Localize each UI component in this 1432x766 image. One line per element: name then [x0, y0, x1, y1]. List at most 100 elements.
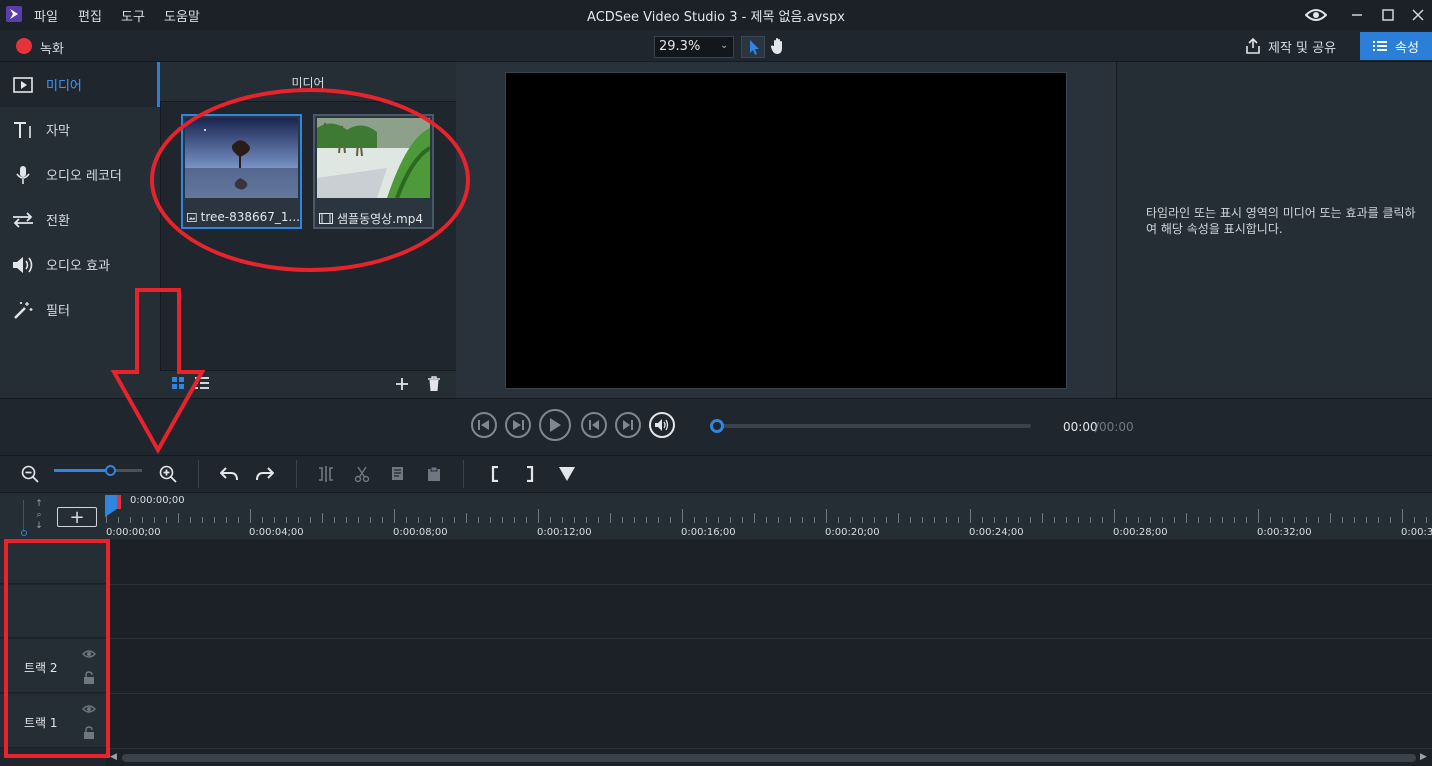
total-time: /00:00	[1095, 420, 1134, 434]
maximize-button[interactable]	[1376, 3, 1400, 27]
media-item-caption: 샘플동영상.mp4	[319, 210, 432, 227]
trash-icon	[428, 376, 440, 391]
track-height-line	[23, 500, 24, 530]
track-height-icon[interactable]: ↑ ⌕ ↓	[33, 499, 45, 535]
scrollbar-thumb[interactable]	[122, 754, 1416, 762]
menu-tools[interactable]: 도구	[121, 6, 145, 25]
media-thumbnail	[185, 118, 298, 198]
split-button[interactable]	[315, 463, 337, 485]
grid-view-icon[interactable]	[172, 377, 186, 391]
skip-end-icon	[623, 420, 633, 430]
media-item-caption: tree-838667_1...	[187, 210, 300, 224]
seek-bar[interactable]	[717, 424, 1031, 428]
mark-in-button[interactable]	[484, 463, 506, 485]
sidebar-item-audio-effects[interactable]: 오디오 효과	[0, 242, 160, 287]
skip-start-icon	[589, 420, 599, 430]
add-track-button[interactable]: +	[57, 506, 97, 528]
eye-icon[interactable]	[82, 702, 96, 716]
toolbar-divider	[463, 460, 464, 488]
volume-icon	[655, 419, 669, 431]
sidebar-item-text[interactable]: 자막	[0, 107, 160, 152]
zoom-out-button[interactable]	[19, 463, 41, 485]
ruler-tick-label: 0:00:16;00	[681, 527, 736, 538]
preview-canvas[interactable]	[505, 72, 1067, 389]
mark-out-button[interactable]	[519, 463, 541, 485]
media-panel-title: 미디어	[160, 62, 456, 102]
properties-button[interactable]: 속성	[1360, 32, 1432, 60]
menu-edit[interactable]: 편집	[78, 6, 102, 25]
play-button[interactable]	[539, 409, 571, 441]
hand-tool-button[interactable]	[768, 36, 790, 58]
share-button-label: 제작 및 공유	[1268, 40, 1337, 56]
ruler-tick-label: 0:00:28;00	[1113, 527, 1168, 538]
step-back-button[interactable]	[471, 412, 497, 438]
scroll-right-icon[interactable]: ▶	[1420, 752, 1427, 762]
magic-wand-icon	[12, 299, 34, 321]
ruler-tick-label: 0:00:08;00	[393, 527, 448, 538]
microphone-icon	[12, 164, 34, 186]
timeline-zoom-fill	[54, 469, 110, 472]
sidebar-item-audio-recorder[interactable]: 오디오 레코더	[0, 152, 160, 197]
fast-forward-icon	[513, 420, 524, 430]
cut-button[interactable]	[351, 463, 373, 485]
track-header-empty	[0, 585, 106, 638]
hand-icon	[770, 38, 782, 54]
scissors-icon	[354, 466, 370, 482]
minimize-button[interactable]	[1345, 3, 1369, 27]
paste-button[interactable]	[423, 463, 445, 485]
undo-button[interactable]	[218, 463, 240, 485]
ruler-tick-label: 0:00:32;00	[1257, 527, 1312, 538]
rewind-icon	[478, 420, 489, 430]
share-button[interactable]: 제작 및 공유	[1244, 32, 1356, 60]
sidebar-item-filter[interactable]: 필터	[0, 287, 160, 332]
menu-help[interactable]: 도움말	[164, 6, 200, 25]
close-button[interactable]	[1406, 3, 1430, 27]
track-header-empty	[0, 540, 106, 584]
sidebar-item-media[interactable]: 미디어	[0, 62, 160, 107]
redo-button[interactable]	[254, 463, 276, 485]
ruler-tick-label: 0:00:3	[1401, 527, 1432, 538]
mark-in-icon	[491, 466, 498, 482]
list-view-icon[interactable]	[195, 377, 209, 391]
sidebar-item-transition[interactable]: 전환	[0, 197, 160, 242]
track-height-handle[interactable]	[21, 530, 27, 536]
speaker-icon	[12, 254, 34, 276]
sidebar-item-label: 자막	[46, 124, 70, 139]
share-icon	[1246, 37, 1260, 54]
toolbar-divider	[296, 460, 297, 488]
step-forward-button[interactable]	[505, 412, 531, 438]
menu-file[interactable]: 파일	[34, 6, 58, 25]
eye-icon[interactable]	[82, 647, 96, 661]
track-divider	[106, 693, 1432, 694]
record-button-label[interactable]: 녹화	[40, 38, 64, 57]
title-bar	[0, 0, 1432, 30]
pointer-tool-button[interactable]	[741, 36, 765, 58]
add-marker-button[interactable]	[556, 463, 578, 485]
add-media-button[interactable]	[394, 376, 410, 392]
record-icon[interactable]	[16, 38, 32, 54]
media-item[interactable]: tree-838667_1...	[181, 114, 302, 229]
copy-button[interactable]	[387, 463, 409, 485]
mark-out-icon	[527, 466, 534, 482]
go-to-start-button[interactable]	[581, 412, 607, 438]
timeline-tracks[interactable]	[106, 540, 1432, 750]
volume-button[interactable]	[649, 412, 675, 438]
track-divider	[106, 584, 1432, 585]
playhead-marker[interactable]	[105, 495, 123, 517]
seek-handle[interactable]	[710, 419, 724, 433]
go-to-end-button[interactable]	[615, 412, 641, 438]
unlock-icon[interactable]	[82, 671, 96, 685]
unlock-icon[interactable]	[82, 726, 96, 740]
copy-icon	[392, 467, 403, 480]
plus-icon: +	[69, 506, 85, 528]
media-item[interactable]: 샘플동영상.mp4	[313, 114, 434, 229]
scroll-left-icon[interactable]: ◀	[110, 752, 117, 762]
chevron-down-icon[interactable]: ⌄	[720, 40, 728, 51]
eye-icon[interactable]	[1304, 3, 1328, 27]
timeline-ruler[interactable]	[106, 493, 1432, 539]
delete-media-button[interactable]	[427, 376, 443, 392]
zoom-in-button[interactable]	[157, 463, 179, 485]
timeline-zoom-handle[interactable]	[105, 465, 116, 476]
paste-icon	[428, 466, 440, 481]
media-item-name: 샘플동영상.mp4	[337, 212, 423, 226]
